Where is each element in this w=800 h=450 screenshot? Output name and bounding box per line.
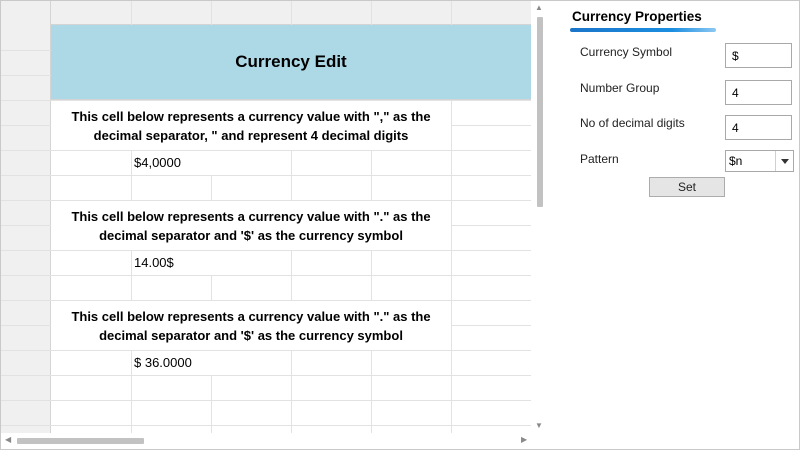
pattern-label: Pattern xyxy=(580,152,619,166)
pattern-dropdown[interactable]: $n xyxy=(725,150,794,172)
grid-line xyxy=(1,250,531,251)
decimal-digits-input[interactable] xyxy=(725,115,792,140)
row-header-column[interactable] xyxy=(1,1,51,433)
description-cell[interactable]: This cell below represents a currency va… xyxy=(51,301,451,350)
description-cell[interactable]: This cell below represents a currency va… xyxy=(51,101,451,150)
grid-line xyxy=(1,150,531,151)
grid-line xyxy=(1,375,531,376)
decimal-digits-label: No of decimal digits xyxy=(580,116,685,130)
chevron-down-icon xyxy=(780,158,789,164)
dropdown-caret[interactable] xyxy=(775,151,793,171)
horizontal-scrollbar[interactable]: ◀ ▶ xyxy=(1,433,531,449)
sheet-title-cell[interactable]: Currency Edit xyxy=(51,25,531,100)
set-button[interactable]: Set xyxy=(649,177,725,197)
grid-line xyxy=(1,425,531,426)
currency-value-cell[interactable]: $ 36.0000 xyxy=(132,351,212,375)
panel-title-underline xyxy=(570,28,716,32)
currency-properties-panel: Currency Properties Currency Symbol Numb… xyxy=(548,1,799,449)
currency-symbol-label: Currency Symbol xyxy=(580,45,673,59)
horizontal-scroll-thumb[interactable] xyxy=(17,438,144,444)
grid-line xyxy=(1,175,531,176)
scroll-right-arrow-icon[interactable]: ▶ xyxy=(521,435,527,444)
currency-value-cell[interactable]: $4,0000 xyxy=(132,151,212,175)
scroll-up-arrow-icon[interactable]: ▲ xyxy=(535,3,543,12)
number-group-label: Number Group xyxy=(580,81,660,95)
currency-symbol-input[interactable] xyxy=(725,43,792,68)
number-group-input[interactable] xyxy=(725,80,792,105)
vertical-scroll-thumb[interactable] xyxy=(537,17,543,207)
panel-title: Currency Properties xyxy=(572,9,702,24)
scroll-left-arrow-icon[interactable]: ◀ xyxy=(5,435,11,444)
grid-line xyxy=(1,275,531,276)
grid-line xyxy=(1,400,531,401)
description-cell[interactable]: This cell below represents a currency va… xyxy=(51,201,451,250)
grid-line xyxy=(1,350,531,351)
spreadsheet-grid[interactable]: Currency Edit This cell below represents… xyxy=(1,1,531,433)
currency-value-cell[interactable]: 14.00$ xyxy=(132,251,212,275)
scroll-down-arrow-icon[interactable]: ▼ xyxy=(535,421,543,430)
pattern-selected-value: $n xyxy=(729,154,743,168)
vertical-scrollbar[interactable]: ▲ ▼ xyxy=(531,1,548,433)
